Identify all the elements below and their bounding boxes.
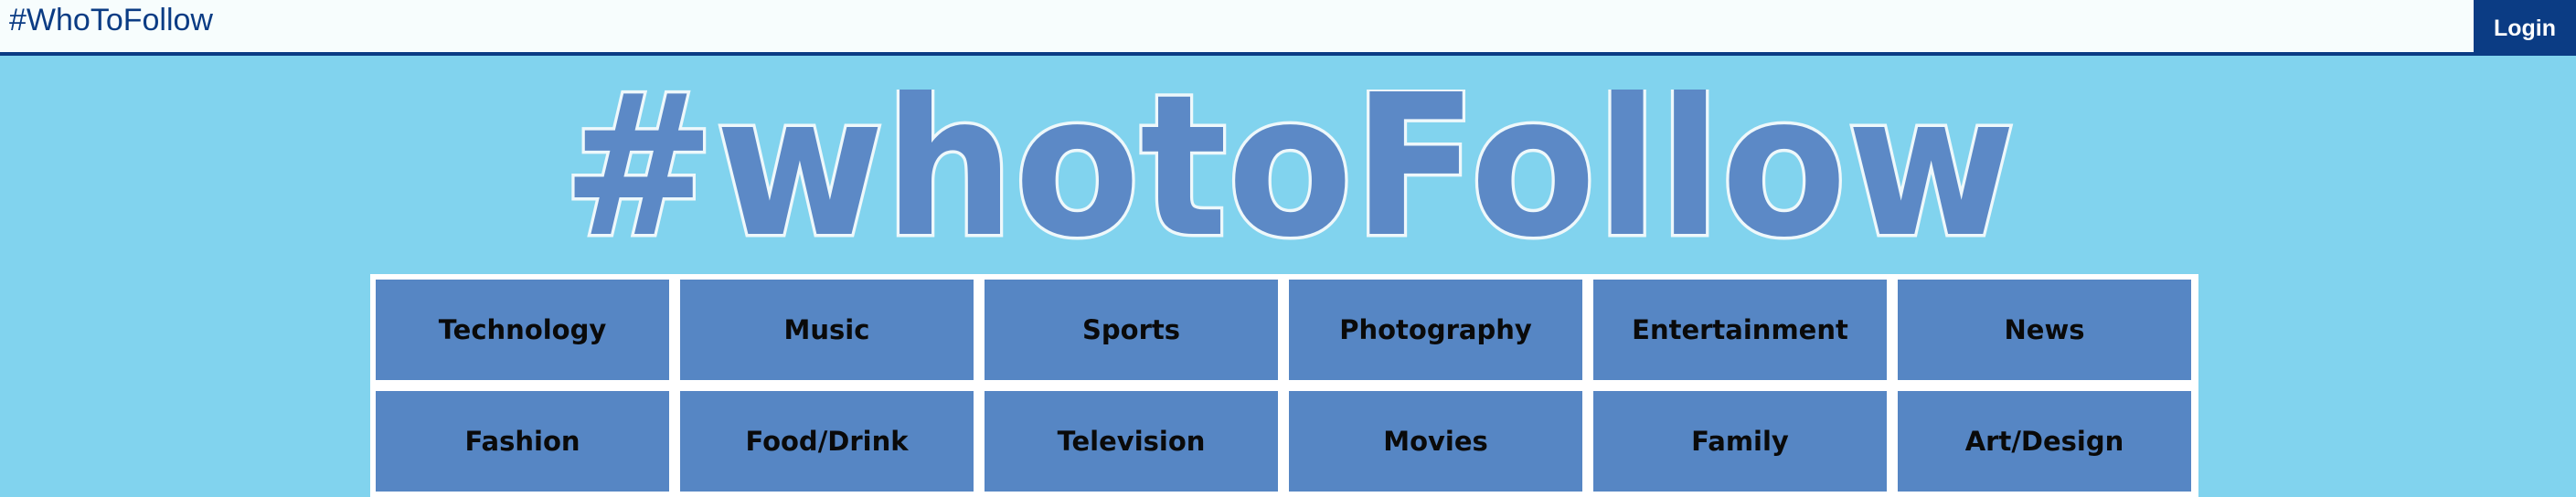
category-technology[interactable]: Technology xyxy=(376,280,669,380)
category-food-drink[interactable]: Food/Drink xyxy=(680,391,974,492)
category-entertainment[interactable]: Entertainment xyxy=(1593,280,1887,380)
category-art-design[interactable]: Art/Design xyxy=(1898,391,2191,492)
top-navbar: #WhoToFollow Login xyxy=(0,0,2576,56)
category-photography[interactable]: Photography xyxy=(1289,280,1582,380)
category-sports[interactable]: Sports xyxy=(985,280,1278,380)
site-logo: #whotoFollow xyxy=(548,50,2029,284)
category-grid: Technology Music Sports Photography Ente… xyxy=(370,274,2198,497)
login-button[interactable]: Login xyxy=(2474,0,2576,56)
category-music[interactable]: Music xyxy=(680,280,974,380)
brand-link[interactable]: #WhoToFollow xyxy=(9,2,213,38)
category-news[interactable]: News xyxy=(1898,280,2191,380)
logo-text: #whotoFollow xyxy=(562,90,2016,256)
category-family[interactable]: Family xyxy=(1593,391,1887,492)
category-movies[interactable]: Movies xyxy=(1289,391,1582,492)
category-fashion[interactable]: Fashion xyxy=(376,391,669,492)
category-television[interactable]: Television xyxy=(985,391,1278,492)
